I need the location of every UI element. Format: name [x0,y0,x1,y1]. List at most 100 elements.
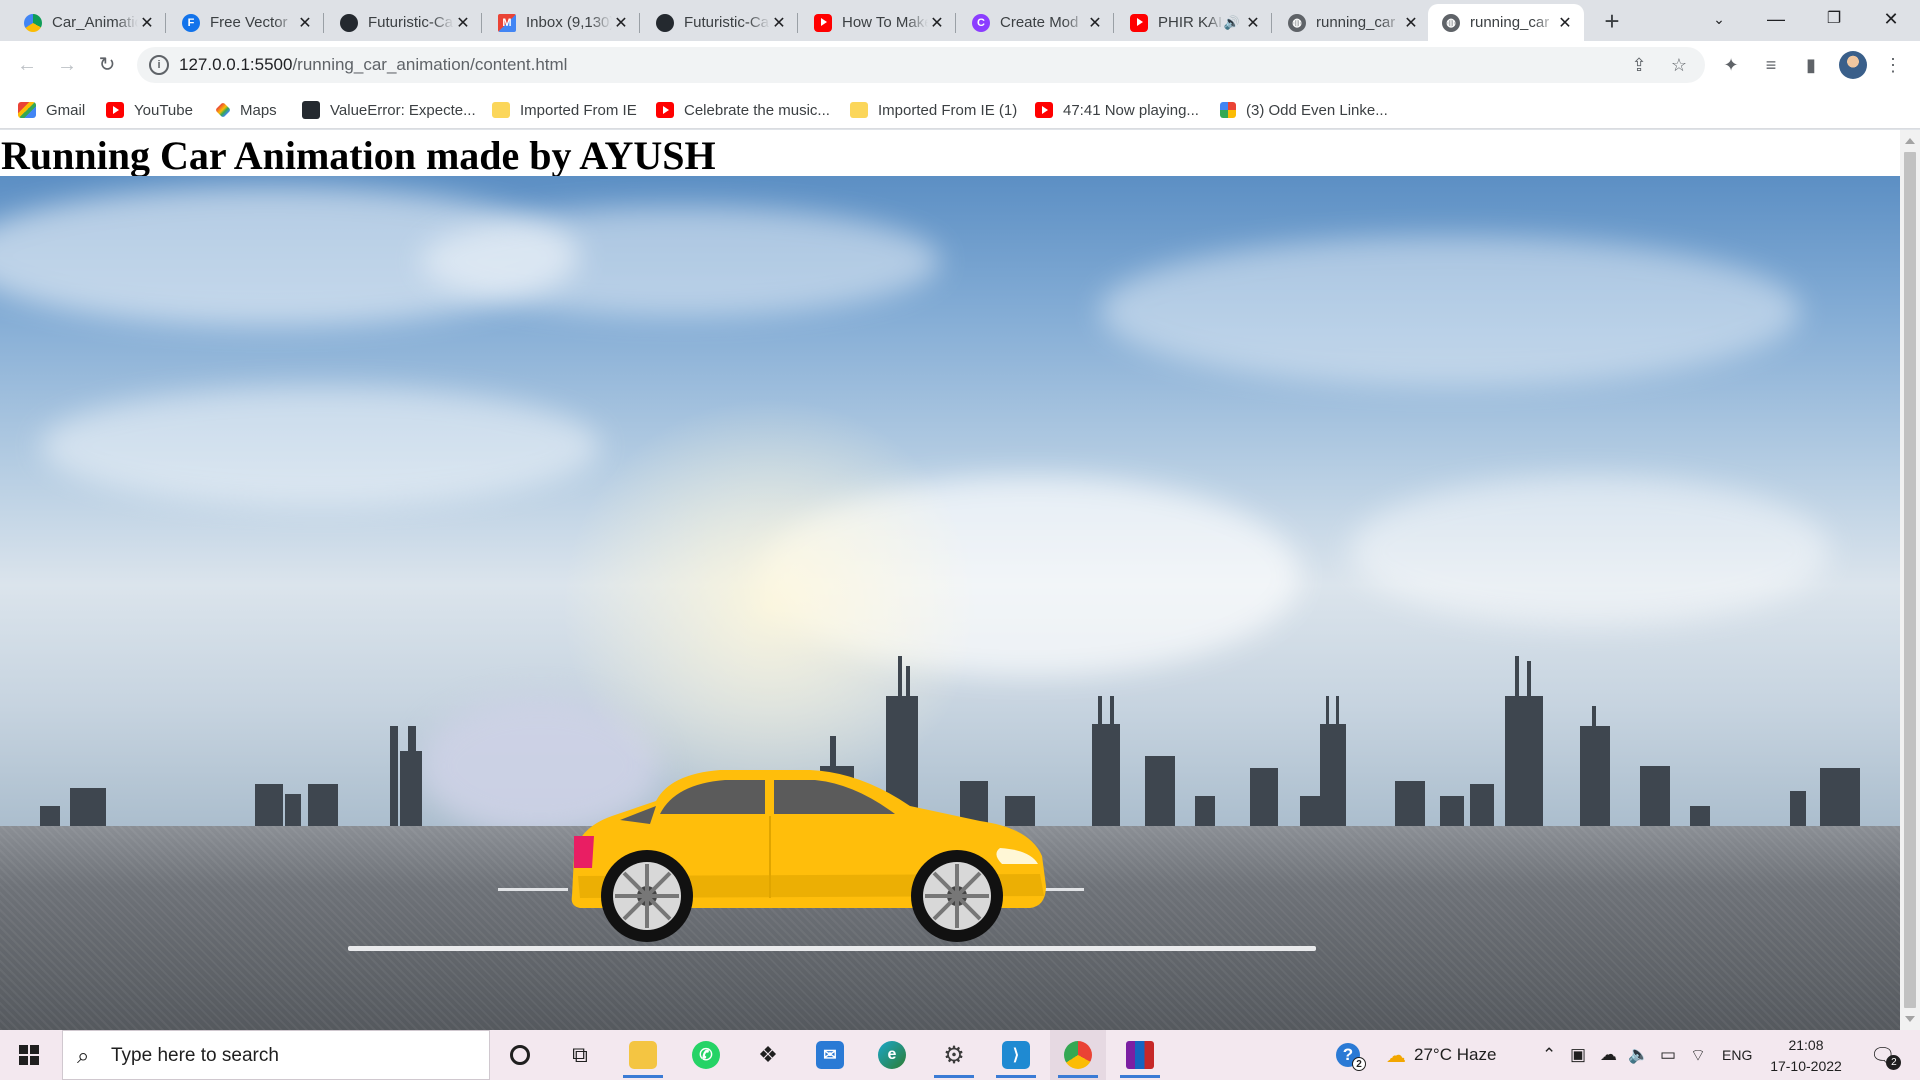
close-tab-icon[interactable]: ✕ [138,13,156,33]
restore-button[interactable]: ❐ [1806,0,1862,41]
back-button[interactable]: ← [11,49,43,81]
youtube-icon [1035,102,1053,118]
tab-create-mod[interactable]: C Create Mod ✕ [958,4,1114,41]
task-view-icon: ⧉ [572,1042,588,1067]
meet-now-button[interactable]: ▣ [1570,1030,1586,1080]
close-tab-icon[interactable]: ✕ [1402,13,1420,33]
tab-car-animation[interactable]: Car_Animation ✕ [10,4,166,41]
search-placeholder: Type here to search [111,1045,279,1066]
whatsapp-button[interactable]: ✆ [678,1030,734,1080]
bookmark-odd-even-linked[interactable]: (3) Odd Even Linke... [1220,99,1388,121]
bookmark-imported-ie[interactable]: Imported From IE [492,99,637,121]
tab-search-chevron-icon[interactable]: ⌄ [1691,0,1747,41]
cloud [40,386,600,506]
media-control-icon[interactable]: ≡ [1759,53,1783,77]
task-view-button[interactable]: ⧉ [552,1030,608,1080]
browser-menu-icon[interactable]: ⋮ [1881,53,1905,77]
speaker-icon[interactable]: 🔊 [1224,15,1240,31]
volume-button[interactable]: 🔈 [1628,1030,1649,1080]
extensions-puzzle-icon[interactable]: ✦ [1719,53,1743,77]
taskbar-search-box[interactable]: ⌕ Type here to search [62,1030,490,1080]
scroll-up-arrow-icon[interactable] [1905,138,1915,144]
battery-icon: ▭ [1660,1045,1677,1064]
notification-icon: 🗨 2 [1870,1043,1902,1070]
file-explorer-button[interactable] [615,1030,671,1080]
tab-title: PHIR KAISE [1158,14,1224,31]
tab-how-to-make[interactable]: How To Make ✕ [800,4,956,41]
bookmark-label: ValueError: Expecte... [330,101,476,119]
language-text: ENG [1722,1047,1753,1063]
search-icon: ⌕ [77,1043,90,1068]
close-tab-icon[interactable]: ✕ [770,13,788,33]
close-tab-icon[interactable]: ✕ [1086,13,1104,33]
chrome-button[interactable] [1050,1030,1106,1080]
battery-button[interactable]: ▭ [1660,1030,1676,1080]
tab-running-car-active[interactable]: ◍ running_car ✕ [1428,4,1584,41]
cortana-icon [510,1045,530,1065]
vscode-icon: ⟩ [1002,1041,1030,1069]
vertical-scrollbar[interactable] [1900,130,1920,1030]
edge-button[interactable]: e [864,1030,920,1080]
gear-icon: ⚙ [943,1041,965,1069]
language-indicator[interactable]: ENG [1722,1030,1752,1080]
bookmark-maps[interactable]: Maps [215,99,277,121]
tab-separator [955,13,956,33]
winrar-button[interactable] [1112,1030,1168,1080]
bookmark-imported-ie-1[interactable]: Imported From IE (1) [850,99,1017,121]
notifications-button[interactable]: 🗨 2 [1870,1030,1902,1080]
tab-strip: Car_Animation ✕ F Free Vector ✕ Futurist… [0,0,1920,41]
bookmark-celebrate-music[interactable]: Celebrate the music... [656,99,830,121]
wifi-button[interactable]: ⌔ [1690,1030,1706,1080]
close-tab-icon[interactable]: ✕ [612,13,630,33]
minimize-button[interactable]: — [1748,0,1804,41]
tray-overflow-button[interactable]: ⌃ [1542,1030,1556,1080]
tab-running-car-1[interactable]: ◍ running_car ✕ [1274,4,1430,41]
scrollbar-thumb[interactable] [1904,152,1916,1008]
help-tray[interactable]: ? 2 [1336,1030,1366,1080]
vscode-button[interactable]: ⟩ [988,1030,1044,1080]
tab-futuristic-car-1[interactable]: Futuristic-Car ✕ [326,4,482,41]
tab-free-vector[interactable]: F Free Vector ✕ [168,4,324,41]
reload-button[interactable]: ↻ [91,49,123,81]
tab-phir-kaise[interactable]: PHIR KAISE 🔊 ✕ [1116,4,1272,41]
settings-button[interactable]: ⚙ [926,1030,982,1080]
site-info-icon[interactable]: i [149,55,169,75]
weather-haze-icon: ☁ [1386,1044,1406,1067]
tab-separator [639,13,640,33]
close-tab-icon[interactable]: ✕ [1244,13,1262,33]
bookmark-valueerror[interactable]: ValueError: Expecte... [302,99,476,121]
close-tab-icon[interactable]: ✕ [454,13,472,33]
bookmark-label: YouTube [134,101,193,119]
bookmark-label: 47:41 Now playing... [1063,101,1199,119]
close-tab-icon[interactable]: ✕ [296,13,314,33]
share-icon[interactable]: ⇪ [1627,53,1651,77]
tab-futuristic-car-2[interactable]: Futuristic-Car ✕ [642,4,798,41]
start-button[interactable] [0,1030,58,1080]
gmail-icon: M [498,13,516,32]
wifi-icon: ⌔ [1690,1045,1706,1065]
mail-button[interactable]: ✉ [802,1030,858,1080]
bookmark-star-icon[interactable]: ☆ [1667,53,1691,77]
close-window-button[interactable]: ✕ [1863,0,1919,41]
onedrive-button[interactable]: ☁ [1600,1030,1617,1080]
address-url[interactable]: 127.0.0.1:5500/running_car_animation/con… [179,55,567,75]
side-panel-icon[interactable]: ▮ [1799,53,1823,77]
cortana-button[interactable] [492,1030,548,1080]
dropbox-button[interactable]: ❖ [740,1030,796,1080]
bookmark-youtube[interactable]: YouTube [106,99,193,121]
close-tab-icon[interactable]: ✕ [1556,13,1574,33]
chrome-icon [1064,1041,1092,1069]
forward-button[interactable]: → [51,49,83,81]
weather-widget[interactable]: ☁ 27°C Haze [1386,1030,1496,1080]
scroll-down-arrow-icon[interactable] [1905,1016,1915,1022]
new-tab-button[interactable]: + [1596,6,1628,38]
close-tab-icon[interactable]: ✕ [928,13,946,33]
bookmark-now-playing[interactable]: 47:41 Now playing... [1035,99,1199,121]
onedrive-cloud-icon: ☁ [1600,1045,1617,1064]
bookmark-gmail[interactable]: Gmail [18,99,85,121]
profile-avatar[interactable] [1839,51,1867,79]
github-icon [340,13,358,32]
address-bar[interactable]: i 127.0.0.1:5500/running_car_animation/c… [137,47,1705,83]
tab-inbox[interactable]: M Inbox (9,130) ✕ [484,4,640,41]
taskbar-clock[interactable]: 21:08 17-10-2022 [1756,1035,1856,1077]
